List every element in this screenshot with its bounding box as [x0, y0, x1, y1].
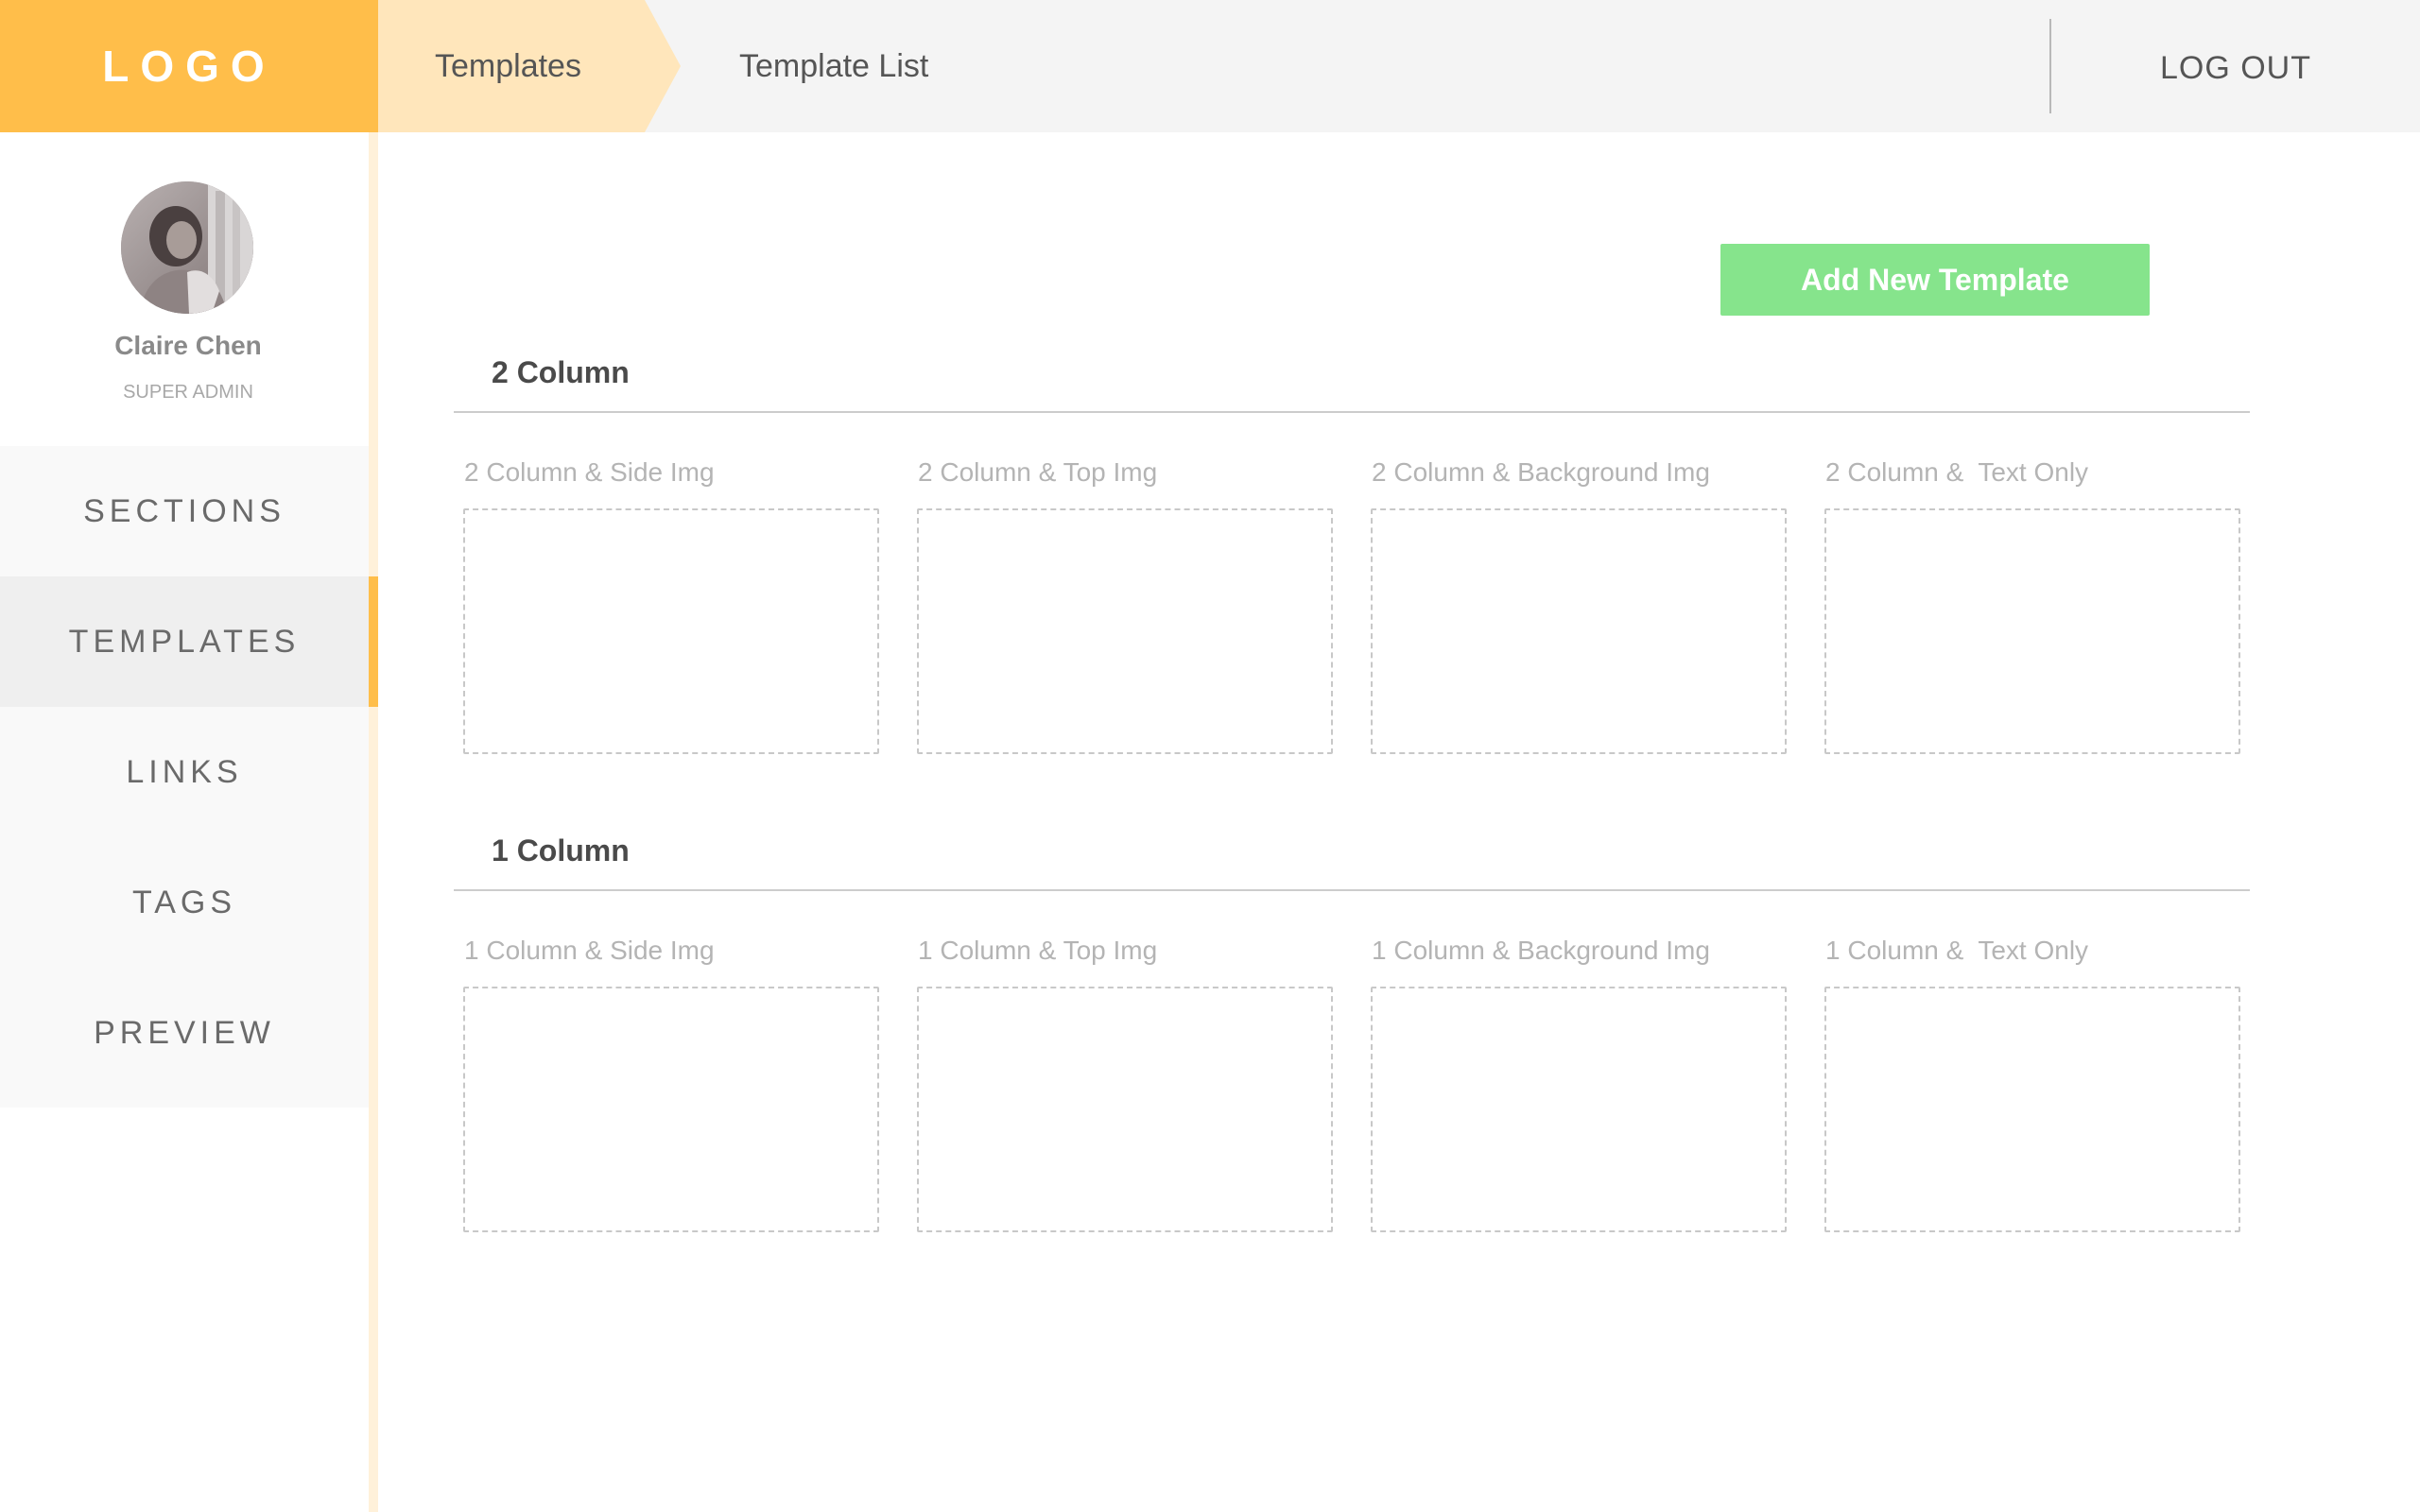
template-label: 1 Column & Background Img	[1372, 936, 1710, 965]
template-card-2-column-text-only[interactable]	[1824, 508, 2240, 754]
template-card-2-column-side-img[interactable]	[463, 508, 879, 754]
section-divider	[454, 411, 2250, 413]
section-title-2-column: 2 Column	[492, 355, 630, 389]
section-divider	[454, 889, 2250, 891]
template-card-1-column-background-img[interactable]	[1371, 987, 1787, 1232]
breadcrumb-templates[interactable]: Templates	[378, 0, 681, 132]
logout-button[interactable]: LOG OUT	[2051, 0, 2420, 136]
app-root: LOGO Templates Template List LOG OUT Cla…	[0, 0, 2420, 1512]
breadcrumb-template-list[interactable]: Template List	[739, 0, 928, 132]
active-nav-indicator	[369, 576, 378, 707]
avatar[interactable]	[121, 181, 253, 314]
top-header: LOGO Templates Template List LOG OUT	[0, 0, 2420, 132]
sidebar-nav: SECTIONS TEMPLATES LINKS TAGS PREVIEW	[0, 446, 369, 1108]
sidebar-item-templates[interactable]: TEMPLATES	[0, 576, 369, 707]
profile-name: Claire Chen	[114, 331, 262, 360]
template-label: 1 Column & Top Img	[918, 936, 1158, 965]
sidebar: Claire Chen SUPER ADMIN SECTIONS TEMPLAT…	[0, 132, 378, 1512]
sidebar-item-sections[interactable]: SECTIONS	[0, 446, 369, 576]
template-card-1-column-top-img[interactable]	[917, 987, 1333, 1232]
add-new-template-button[interactable]: Add New Template	[1720, 244, 2150, 316]
template-label: 2 Column & Side Img	[464, 457, 715, 487]
profile-role: SUPER ADMIN	[123, 382, 253, 403]
template-label: 2 Column & Text Only	[1825, 457, 2089, 487]
template-label: 2 Column & Top Img	[918, 457, 1158, 487]
breadcrumb-templates-label: Templates	[435, 47, 581, 84]
logo[interactable]: LOGO	[0, 0, 378, 132]
profile-panel: Claire Chen SUPER ADMIN	[0, 132, 369, 446]
sidebar-item-links[interactable]: LINKS	[0, 707, 369, 837]
template-card-2-column-top-img[interactable]	[917, 508, 1333, 754]
template-label: 1 Column & Text Only	[1825, 936, 2089, 965]
avatar-photo	[121, 181, 253, 314]
template-card-1-column-text-only[interactable]	[1824, 987, 2240, 1232]
sidebar-item-tags[interactable]: TAGS	[0, 837, 369, 968]
sidebar-item-preview[interactable]: PREVIEW	[0, 968, 369, 1098]
template-label: 1 Column & Side Img	[464, 936, 715, 965]
section-title-1-column: 1 Column	[492, 833, 630, 868]
template-card-2-column-background-img[interactable]	[1371, 508, 1787, 754]
template-label: 2 Column & Background Img	[1372, 457, 1710, 487]
template-card-1-column-side-img[interactable]	[463, 987, 879, 1232]
